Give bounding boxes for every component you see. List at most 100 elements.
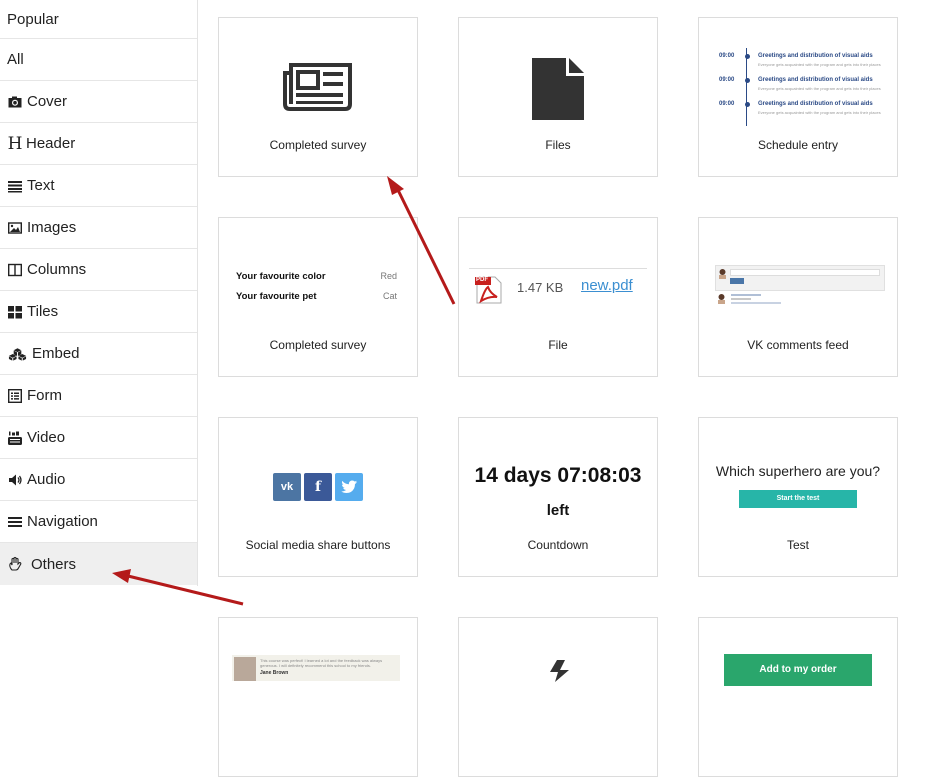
- facebook-icon: f: [304, 473, 332, 501]
- cubes-icon: [7, 346, 27, 362]
- schedule-subtitle: Everyone gets acquainted with the progra…: [758, 62, 881, 67]
- sidebar-item-label: Columns: [27, 261, 87, 278]
- sidebar-item-tiles[interactable]: Tiles: [0, 291, 197, 333]
- block-card-review[interactable]: This course was perfect! I learned a lot…: [218, 617, 418, 777]
- sidebar-item-others[interactable]: Others: [0, 543, 197, 585]
- image-icon: [7, 220, 23, 236]
- test-question: Which superhero are you?: [715, 463, 881, 479]
- speaker-icon: [7, 472, 23, 488]
- text-lines-icon: [7, 178, 23, 194]
- youtube-icon: [7, 430, 23, 446]
- block-card-schedule-entry[interactable]: 09:00 Greetings and distribution of visu…: [698, 17, 898, 177]
- file-size: 1.47 KB: [517, 280, 564, 295]
- sidebar-item-label: Video: [27, 429, 66, 446]
- survey-answer: Cat: [382, 291, 397, 301]
- block-card-file[interactable]: PDF 1.47 KB new.pdf File: [458, 217, 658, 377]
- comments-preview: [699, 218, 897, 336]
- block-card-vk-comments-feed[interactable]: VK comments feed: [698, 217, 898, 377]
- block-card-test[interactable]: Which superhero are you? Start the test …: [698, 417, 898, 577]
- pdf-badge: PDF: [476, 277, 488, 283]
- countdown-suffix: left: [546, 502, 570, 519]
- sidebar-item-label: Others: [31, 555, 77, 573]
- block-card-social-media-share-buttons[interactable]: vk f Social media share buttons: [218, 417, 418, 577]
- sidebar-item-audio[interactable]: Audio: [0, 459, 197, 501]
- sidebar-item-video[interactable]: Video: [0, 417, 197, 459]
- sidebar-item-columns[interactable]: Columns: [0, 249, 197, 291]
- vk-icon: vk: [273, 473, 301, 501]
- card-label: Files: [545, 138, 571, 152]
- avatar: [719, 269, 726, 279]
- file-link[interactable]: new.pdf: [581, 277, 633, 294]
- tiles-icon: [7, 304, 23, 320]
- comment-lines: [731, 294, 761, 296]
- comment-lines: [731, 302, 781, 304]
- pdf-file-preview: PDF 1.47 KB new.pdf: [459, 218, 657, 336]
- survey-question: Your favourite color: [236, 271, 326, 282]
- schedule-row: 09:00 Greetings and distribution of visu…: [719, 101, 887, 123]
- sidebar: Popular All Cover H Header Text Images C…: [0, 0, 198, 586]
- camera-icon: [7, 94, 23, 110]
- block-card-completed-survey-2[interactable]: Your favourite color Red Your favourite …: [218, 217, 418, 377]
- schedule-row: 09:00 Greetings and distribution of visu…: [719, 53, 887, 75]
- schedule-subtitle: Everyone gets acquainted with the progra…: [758, 86, 881, 91]
- sidebar-item-form[interactable]: Form: [0, 375, 197, 417]
- schedule-title: Greetings and distribution of visual aid…: [758, 53, 873, 59]
- block-card-lightning[interactable]: [458, 617, 658, 777]
- sidebar-item-label: Cover: [27, 93, 68, 110]
- sidebar-item-label: All: [7, 51, 24, 68]
- form-icon: [7, 388, 23, 404]
- sidebar-item-text[interactable]: Text: [0, 165, 197, 207]
- schedule-preview: 09:00 Greetings and distribution of visu…: [699, 18, 897, 136]
- block-card-order[interactable]: Add to my order: [698, 617, 898, 777]
- hand-icon: [7, 556, 25, 572]
- card-label: Test: [786, 538, 809, 552]
- card-label: Countdown: [527, 538, 589, 552]
- review-author: Jane Brown: [260, 670, 289, 676]
- schedule-title: Greetings and distribution of visual aid…: [758, 101, 873, 107]
- block-card-completed-survey[interactable]: Completed survey: [218, 17, 418, 177]
- sidebar-item-label: Tiles: [27, 303, 59, 320]
- sidebar-item-cover[interactable]: Cover: [0, 81, 197, 123]
- comments-widget: [715, 265, 885, 291]
- review-photo: [234, 657, 256, 681]
- block-card-countdown[interactable]: 14 days 07:08:03 left Countdown: [458, 417, 658, 577]
- sidebar-item-label: Navigation: [27, 513, 98, 530]
- heading-icon: H: [7, 133, 23, 154]
- sidebar-item-embed[interactable]: Embed: [0, 333, 197, 375]
- block-card-files[interactable]: Files: [458, 17, 658, 177]
- send-button: [730, 278, 744, 284]
- schedule-time: 09:00: [719, 53, 735, 59]
- schedule-time: 09:00: [719, 77, 735, 83]
- sidebar-item-header[interactable]: H Header: [0, 123, 197, 165]
- hamburger-icon: [7, 514, 23, 530]
- share-preview: vk f: [219, 418, 417, 536]
- card-preview: [459, 18, 657, 136]
- test-preview: Which superhero are you? Start the test: [699, 418, 897, 536]
- sidebar-item-label: Images: [27, 219, 77, 236]
- schedule-title: Greetings and distribution of visual aid…: [758, 77, 873, 83]
- card-label: Completed survey: [269, 138, 367, 152]
- schedule-subtitle: Everyone gets acquainted with the progra…: [758, 110, 881, 115]
- card-label: Schedule entry: [757, 138, 839, 152]
- schedule-dot: [745, 78, 750, 83]
- card-label: Social media share buttons: [245, 538, 391, 552]
- avatar: [718, 294, 725, 304]
- sidebar-item-label: Audio: [27, 471, 66, 488]
- sidebar-item-label: Embed: [32, 345, 80, 362]
- columns-icon: [7, 262, 23, 278]
- file-icon: [532, 58, 584, 120]
- countdown-value: 14 days 07:08:03: [474, 464, 642, 487]
- card-label: Completed survey: [269, 338, 367, 352]
- sidebar-item-label: Text: [27, 177, 55, 194]
- countdown-preview: 14 days 07:08:03 left: [459, 418, 657, 536]
- sidebar-item-popular[interactable]: Popular: [0, 0, 197, 39]
- survey-answer: Red: [380, 271, 397, 281]
- sidebar-item-all[interactable]: All: [0, 39, 197, 81]
- card-label: VK comments feed: [747, 338, 849, 352]
- card-label: File: [548, 338, 568, 352]
- schedule-dot: [745, 102, 750, 107]
- comment-lines: [731, 298, 751, 300]
- start-test-button: Start the test: [739, 490, 857, 508]
- sidebar-item-images[interactable]: Images: [0, 207, 197, 249]
- sidebar-item-navigation[interactable]: Navigation: [0, 501, 197, 543]
